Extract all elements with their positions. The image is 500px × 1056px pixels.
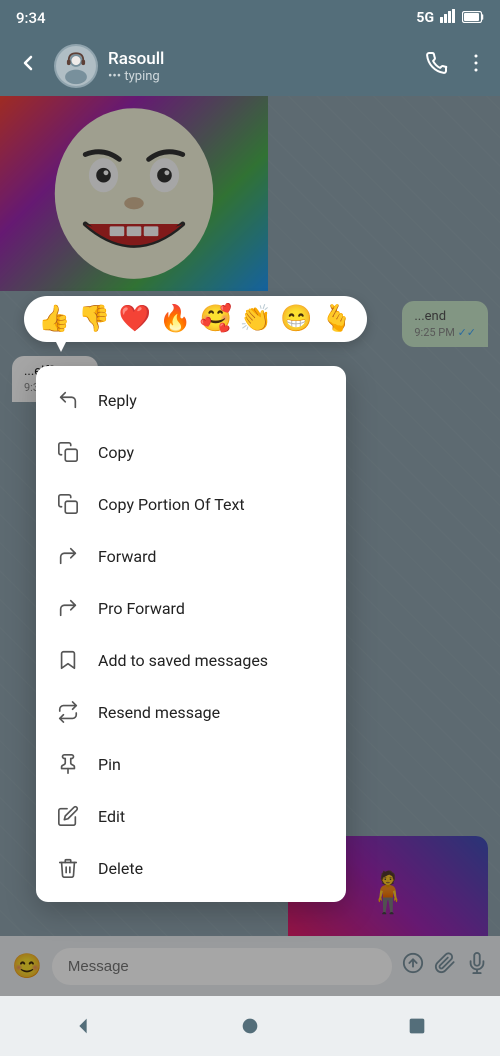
emoji-love[interactable]: 🥰 <box>200 304 232 334</box>
header: Rasoull ••• typing <box>0 36 500 96</box>
menu-item-edit[interactable]: Edit <box>36 790 346 842</box>
emoji-grin[interactable]: 😁 <box>280 304 312 334</box>
menu-copy-portion-label: Copy Portion Of Text <box>98 495 245 514</box>
nav-back-button[interactable] <box>63 1006 103 1046</box>
menu-item-copy-portion[interactable]: Copy Portion Of Text <box>36 478 346 530</box>
menu-resend-label: Resend message <box>98 703 220 722</box>
resend-icon <box>56 700 80 724</box>
navigation-bar <box>0 996 500 1056</box>
menu-reply-label: Reply <box>98 391 137 410</box>
edit-icon <box>56 804 80 828</box>
menu-copy-label: Copy <box>98 443 134 462</box>
emoji-finger[interactable]: 🫰 <box>321 304 353 334</box>
menu-save-label: Add to saved messages <box>98 651 268 670</box>
menu-delete-label: Delete <box>98 859 143 878</box>
pin-icon <box>56 752 80 776</box>
emoji-heart[interactable]: ❤️ <box>119 304 151 334</box>
copy-portion-icon <box>56 492 80 516</box>
call-button[interactable] <box>424 51 448 81</box>
nav-recent-button[interactable] <box>397 1006 437 1046</box>
emoji-clap[interactable]: 👏 <box>240 304 272 334</box>
menu-edit-label: Edit <box>98 807 125 826</box>
status-bar: 9:34 5G <box>0 0 500 36</box>
context-menu: Reply Copy Copy Portion Of Text <box>36 366 346 902</box>
reply-icon <box>56 388 80 412</box>
menu-item-delete[interactable]: Delete <box>36 842 346 894</box>
menu-item-pin[interactable]: Pin <box>36 738 346 790</box>
menu-item-copy[interactable]: Copy <box>36 426 346 478</box>
menu-forward-label: Forward <box>98 547 156 566</box>
menu-item-reply[interactable]: Reply <box>36 374 346 426</box>
back-button[interactable] <box>12 47 44 85</box>
chat-background: ...end 9:25 PM ✓✓ ...elf? 9:31 PM ✓✓ 🧍 9… <box>0 96 500 996</box>
emoji-thumbs-up[interactable]: 👍 <box>38 304 70 334</box>
forward-icon <box>56 544 80 568</box>
menu-item-forward[interactable]: Forward <box>36 530 346 582</box>
emoji-fire[interactable]: 🔥 <box>159 304 191 334</box>
emoji-thumbs-down[interactable]: 👎 <box>78 304 110 334</box>
network-label: 5G <box>416 10 434 26</box>
header-actions <box>424 51 488 81</box>
emoji-reaction-bar[interactable]: 👍 👎 ❤️ 🔥 🥰 👏 😁 🫰 <box>24 296 367 342</box>
menu-pin-label: Pin <box>98 755 121 774</box>
menu-pro-forward-label: Pro Forward <box>98 599 185 618</box>
menu-item-resend[interactable]: Resend message <box>36 686 346 738</box>
contact-status: ••• typing <box>108 69 414 84</box>
contact-name: Rasoull <box>108 49 414 69</box>
avatar <box>54 44 98 88</box>
bookmark-icon <box>56 648 80 672</box>
pro-forward-icon <box>56 596 80 620</box>
status-icons: 5G <box>416 9 484 27</box>
battery-icon <box>462 9 484 27</box>
copy-icon <box>56 440 80 464</box>
time: 9:34 <box>16 9 46 27</box>
signal-icon <box>440 9 456 27</box>
more-button[interactable] <box>464 51 488 81</box>
delete-icon <box>56 856 80 880</box>
nav-home-button[interactable] <box>230 1006 270 1046</box>
menu-item-save[interactable]: Add to saved messages <box>36 634 346 686</box>
header-info: Rasoull ••• typing <box>108 49 414 84</box>
menu-item-pro-forward[interactable]: Pro Forward <box>36 582 346 634</box>
